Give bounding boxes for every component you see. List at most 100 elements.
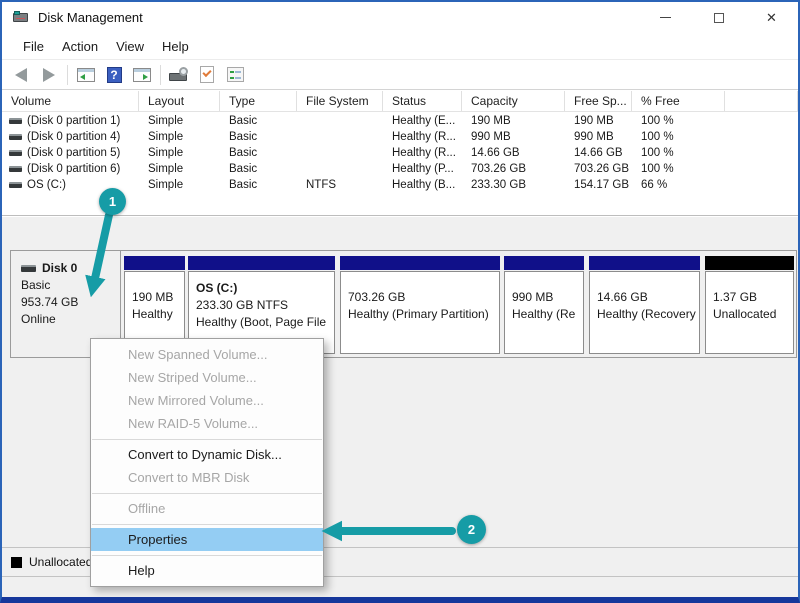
unallocated-legend-label: Unallocated [29,555,92,569]
check-disk-button[interactable] [193,63,221,87]
volume-name: (Disk 0 partition 4) [27,129,120,145]
maximize-button[interactable] [692,2,745,33]
partition-status: Healthy (Primary Partition) [348,306,497,323]
back-icon [15,68,27,82]
volume-icon [9,166,22,172]
menu-item-help[interactable]: Help [91,559,323,582]
partition-color-bar [188,256,335,270]
partition-size: 233.30 GB NTFS [196,297,332,314]
back-button[interactable] [7,63,35,87]
partition-status: Healthy (Re [512,306,581,323]
table-row[interactable]: (Disk 0 partition 5) Simple Basic Health… [2,145,798,161]
partition-status: Healthy (Boot, Page File [196,314,332,331]
check-document-icon [200,66,214,83]
partition-color-bar [124,256,185,270]
partition-block[interactable]: 703.26 GB Healthy (Primary Partition) [340,256,500,354]
cell-freespace: 154.17 GB [565,177,632,193]
cell-capacity: 233.30 GB [462,177,565,193]
partition-status: Unallocated [713,306,791,323]
toolbar: ? [2,59,798,90]
column-header-capacity[interactable]: Capacity [462,91,565,111]
cell-filesystem: NTFS [297,177,383,193]
minimize-button[interactable] [639,2,692,33]
cell-layout: Simple [139,177,220,193]
cell-freespace: 190 MB [565,113,632,129]
table-row[interactable]: (Disk 0 partition 6) Simple Basic Health… [2,161,798,177]
column-header-filesystem[interactable]: File System [297,91,383,111]
cell-type: Basic [220,129,297,145]
column-header-freespace[interactable]: Free Sp... [565,91,632,111]
close-icon: ✕ [766,11,777,24]
cell-status: Healthy (E... [383,113,462,129]
show-console-tree-button[interactable] [72,63,100,87]
cell-capacity: 990 MB [462,129,565,145]
column-header-volume[interactable]: Volume [2,91,139,111]
partition-block[interactable]: 14.66 GB Healthy (Recovery [589,256,700,354]
menu-view[interactable]: View [107,35,153,58]
cell-type: Basic [220,161,297,177]
column-header-pctfree[interactable]: % Free [632,91,725,111]
volume-name: OS (C:) [27,177,66,193]
table-row[interactable]: (Disk 0 partition 1) Simple Basic Health… [2,113,798,129]
unallocated-swatch-icon [11,557,22,568]
toolbar-separator [160,65,161,85]
partition-block[interactable]: 990 MB Healthy (Re [504,256,584,354]
disk-name: Disk 0 [42,260,77,277]
menu-file[interactable]: File [14,35,53,58]
forward-button[interactable] [35,63,63,87]
partition-size: 703.26 GB [348,289,497,306]
cell-layout: Simple [139,145,220,161]
partition-name: OS (C:) [196,280,332,297]
volume-icon [9,118,22,124]
partition-size: 990 MB [512,289,581,306]
rescan-disks-button[interactable] [165,63,193,87]
cell-status: Healthy (R... [383,129,462,145]
disk-type: Basic [21,277,120,294]
menu-help[interactable]: Help [153,35,198,58]
cell-type: Basic [220,145,297,161]
disk-management-app-icon [13,11,29,24]
volume-icon [9,150,22,156]
unallocated-color-bar [705,256,794,270]
volume-icon [9,134,22,140]
cell-filesystem [297,145,383,161]
menu-item-convert-to-dynamic-disk[interactable]: Convert to Dynamic Disk... [91,443,323,466]
minimize-icon [660,17,671,18]
cell-status: Healthy (B... [383,177,462,193]
partition-size: 190 MB [132,289,182,306]
menu-separator [92,524,322,525]
window-title: Disk Management [38,10,143,25]
show-action-pane-button[interactable] [128,63,156,87]
close-button[interactable]: ✕ [745,2,798,33]
column-header-type[interactable]: Type [220,91,297,111]
cell-freespace: 14.66 GB [565,145,632,161]
cell-freespace: 703.26 GB [565,161,632,177]
column-header-layout[interactable]: Layout [139,91,220,111]
menu-item-new-striped-volume: New Striped Volume... [91,366,323,389]
menu-action[interactable]: Action [53,35,107,58]
volume-table-header: Volume Layout Type File System Status Ca… [2,91,798,112]
cell-type: Basic [220,113,297,129]
show-console-tree-icon [77,68,95,82]
view-options-button[interactable] [221,63,249,87]
cell-layout: Simple [139,113,220,129]
disk-icon [21,265,36,272]
cell-layout: Simple [139,129,220,145]
cell-freespace: 990 MB [565,129,632,145]
table-row[interactable]: (Disk 0 partition 4) Simple Basic Health… [2,129,798,145]
menu-item-convert-to-mbr-disk: Convert to MBR Disk [91,466,323,489]
step-2-badge: 2 [457,515,486,544]
column-header-blank [725,91,798,111]
unallocated-block[interactable]: 1.37 GB Unallocated [705,256,794,354]
menu-item-properties[interactable]: Properties [91,528,323,551]
cell-pctfree: 100 % [632,161,725,177]
volume-name: (Disk 0 partition 1) [27,113,120,129]
cell-layout: Simple [139,161,220,177]
menu-item-new-mirrored-volume: New Mirrored Volume... [91,389,323,412]
column-header-status[interactable]: Status [383,91,462,111]
help-button[interactable]: ? [100,63,128,87]
cell-status: Healthy (P... [383,161,462,177]
cell-capacity: 14.66 GB [462,145,565,161]
volume-name: (Disk 0 partition 6) [27,161,120,177]
partition-color-bar [504,256,584,270]
